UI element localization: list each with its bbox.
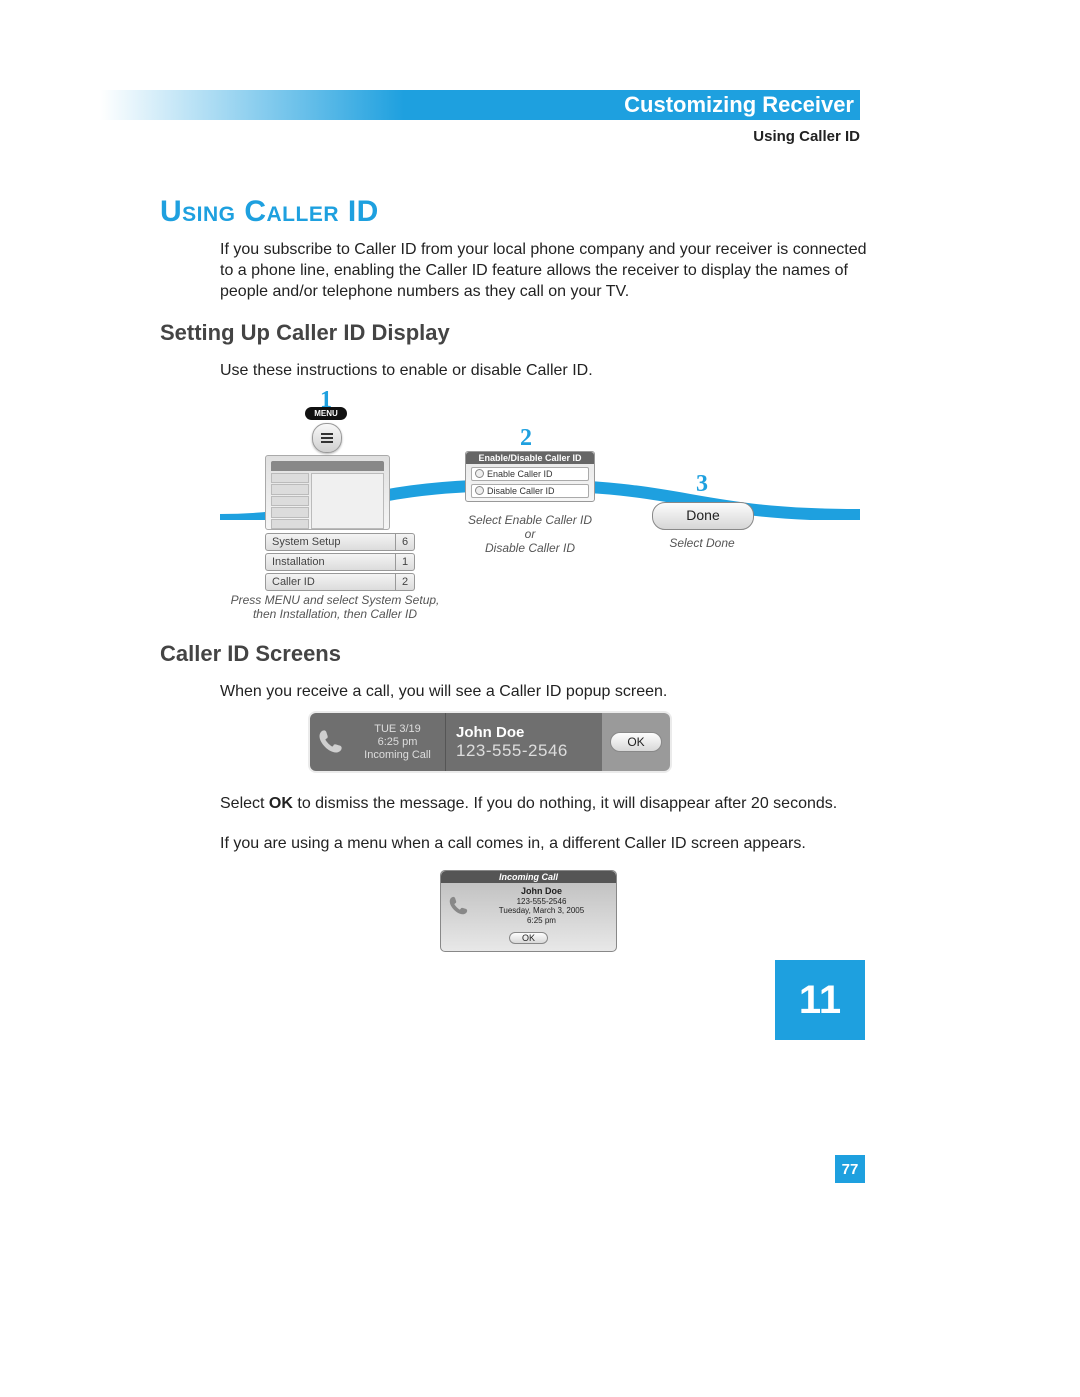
- popup2-phone: 123-555-2546: [473, 897, 610, 907]
- setup-paragraph: Use these instructions to enable or disa…: [220, 362, 880, 380]
- popup2-time: 6:25 pm: [473, 916, 610, 926]
- step-2-caption: Select Enable Caller ID or Disable Calle…: [450, 513, 610, 555]
- nav-label: System Setup: [265, 533, 396, 551]
- menu-chip-label: MENU: [305, 407, 347, 420]
- nav-row-installation[interactable]: Installation 1: [265, 553, 415, 571]
- chapter-tab: 11: [775, 960, 865, 1040]
- popup-info-col: John Doe 123-555-2546: [446, 713, 602, 771]
- popup-time: 6:25 pm: [350, 736, 445, 748]
- nav-path-rows: System Setup 6 Installation 1 Caller ID …: [265, 533, 415, 593]
- step-2-number: 2: [520, 425, 532, 452]
- section-label: Using Caller ID: [0, 128, 860, 145]
- popup-phone-icon-col: [310, 713, 350, 771]
- popup-caller-name: John Doe: [456, 724, 602, 741]
- nav-number: 1: [396, 553, 415, 571]
- popup2-info: John Doe 123-555-2546 Tuesday, March 3, …: [473, 886, 610, 926]
- dismiss-bold: OK: [269, 795, 293, 812]
- dismiss-post: to dismiss the message. If you do nothin…: [293, 795, 837, 812]
- menu-popup-paragraph: If you are using a menu when a call come…: [220, 835, 880, 853]
- popup2-date: Tuesday, March 3, 2005: [473, 906, 610, 916]
- nav-label: Caller ID: [265, 573, 396, 591]
- caller-id-menu-popup: Incoming Call John Doe 123-555-2546 Tues…: [440, 870, 617, 952]
- step-2-caption-line2: or: [525, 527, 536, 541]
- nav-row-system-setup[interactable]: System Setup 6: [265, 533, 415, 551]
- nav-number: 6: [396, 533, 415, 551]
- setup-heading: Setting Up Caller ID Display: [160, 320, 450, 346]
- enable-disable-dialog: Enable/Disable Caller ID Enable Caller I…: [465, 451, 595, 502]
- nav-row-caller-id[interactable]: Caller ID 2: [265, 573, 415, 591]
- option-enable-caller-id[interactable]: Enable Caller ID: [471, 467, 589, 481]
- dismiss-paragraph: Select OK to dismiss the message. If you…: [220, 795, 880, 813]
- screens-heading: Caller ID Screens: [160, 641, 341, 667]
- popup-status: Incoming Call: [350, 749, 445, 761]
- step-3-number: 3: [696, 471, 708, 498]
- chapter-title: Customizing Receiver: [0, 90, 860, 120]
- step-2-caption-line1: Select Enable Caller ID: [468, 513, 592, 527]
- menu-button[interactable]: [312, 423, 342, 453]
- phone-handset-icon: [316, 728, 344, 756]
- screens-paragraph-1: When you receive a call, you will see a …: [220, 683, 880, 701]
- page-number: 77: [835, 1155, 865, 1183]
- step-3-caption: Select Done: [652, 536, 752, 550]
- caller-id-popup: TUE 3/19 6:25 pm Incoming Call John Doe …: [310, 713, 670, 771]
- popup2-title: Incoming Call: [441, 871, 616, 883]
- step-1-caption: Press MENU and select System Setup, then…: [230, 593, 440, 621]
- popup-ok-button[interactable]: OK: [610, 732, 661, 752]
- option-disable-caller-id[interactable]: Disable Caller ID: [471, 484, 589, 498]
- popup-phone-number: 123-555-2546: [456, 741, 602, 761]
- popup-time-col: TUE 3/19 6:25 pm Incoming Call: [350, 713, 446, 771]
- nav-label: Installation: [265, 553, 396, 571]
- popup-ok-col: OK: [602, 713, 670, 771]
- page-heading: Using Caller ID: [160, 195, 379, 229]
- popup-date: TUE 3/19: [350, 723, 445, 735]
- nav-number: 2: [396, 573, 415, 591]
- dismiss-pre: Select: [220, 795, 269, 812]
- done-button[interactable]: Done: [652, 502, 754, 530]
- popup2-name: John Doe: [473, 886, 610, 897]
- step-2-caption-line3: Disable Caller ID: [485, 541, 575, 555]
- hamburger-icon: [321, 437, 333, 439]
- popup2-ok-button[interactable]: OK: [509, 932, 548, 944]
- intro-paragraph: If you subscribe to Caller ID from your …: [220, 240, 880, 302]
- dialog-title: Enable/Disable Caller ID: [466, 452, 594, 464]
- phone-handset-icon: [447, 895, 469, 917]
- main-menu-screen-graphic: [265, 455, 390, 530]
- setup-steps-diagram: 1 MENU System Setup 6 Installation 1 Cal…: [220, 385, 860, 620]
